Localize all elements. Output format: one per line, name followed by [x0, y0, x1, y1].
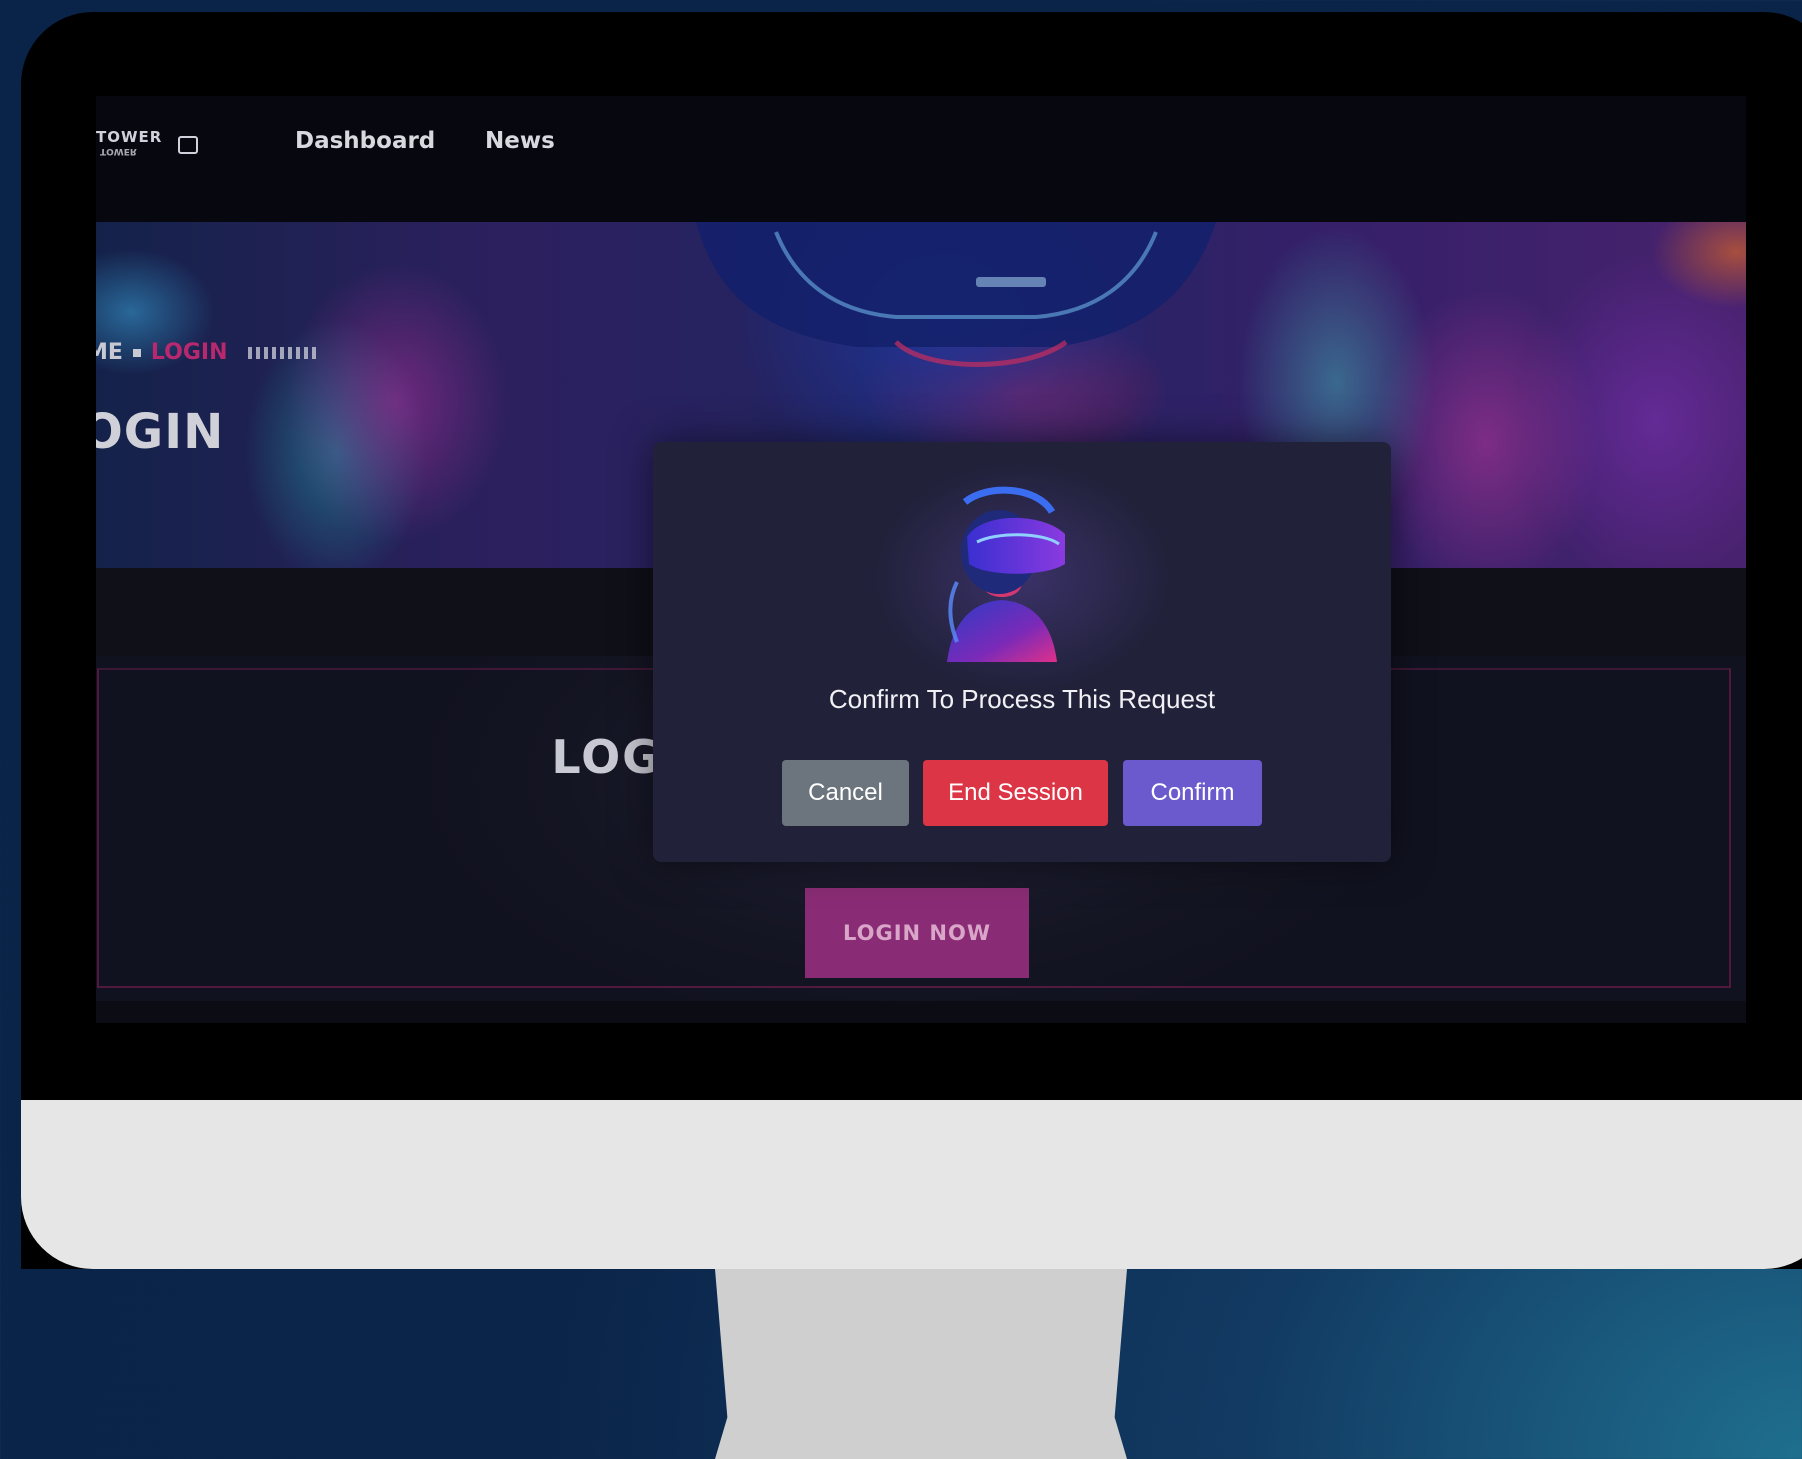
login-now-button[interactable]: LOGIN NOW: [805, 888, 1029, 978]
monitor-screen: TOWER TOWER Dashboard News ME LOGIN OGIN …: [96, 96, 1746, 1023]
monitor-chin: [21, 1100, 1802, 1269]
breadcrumb-home[interactable]: ME: [96, 340, 123, 365]
vr-user-avatar: [947, 486, 1065, 662]
breadcrumb: ME LOGIN: [96, 340, 318, 365]
decorative-stripes: [247, 347, 318, 359]
end-session-button[interactable]: End Session: [923, 760, 1108, 826]
site-logo[interactable]: TOWER TOWER: [96, 126, 206, 166]
modal-message: Confirm To Process This Request: [828, 684, 1216, 714]
logo-subtext: TOWER: [100, 146, 137, 156]
page-title: OGIN: [96, 404, 225, 460]
cancel-button[interactable]: Cancel: [782, 760, 909, 826]
logo-mark-icon: [178, 136, 198, 154]
nav-link-dashboard[interactable]: Dashboard: [295, 128, 435, 154]
confirm-button[interactable]: Confirm: [1123, 760, 1262, 826]
breadcrumb-current: LOGIN: [150, 340, 228, 365]
monitor-stand: [715, 1269, 1127, 1459]
confirm-modal: Confirm To Process This Request Cancel E…: [653, 442, 1391, 862]
nav-link-news[interactable]: News: [485, 128, 555, 154]
navbar: TOWER TOWER Dashboard News: [96, 96, 1746, 222]
breadcrumb-separator-icon: [132, 349, 141, 357]
footer-strip: [96, 1001, 1746, 1023]
logo-text: TOWER: [96, 128, 163, 146]
